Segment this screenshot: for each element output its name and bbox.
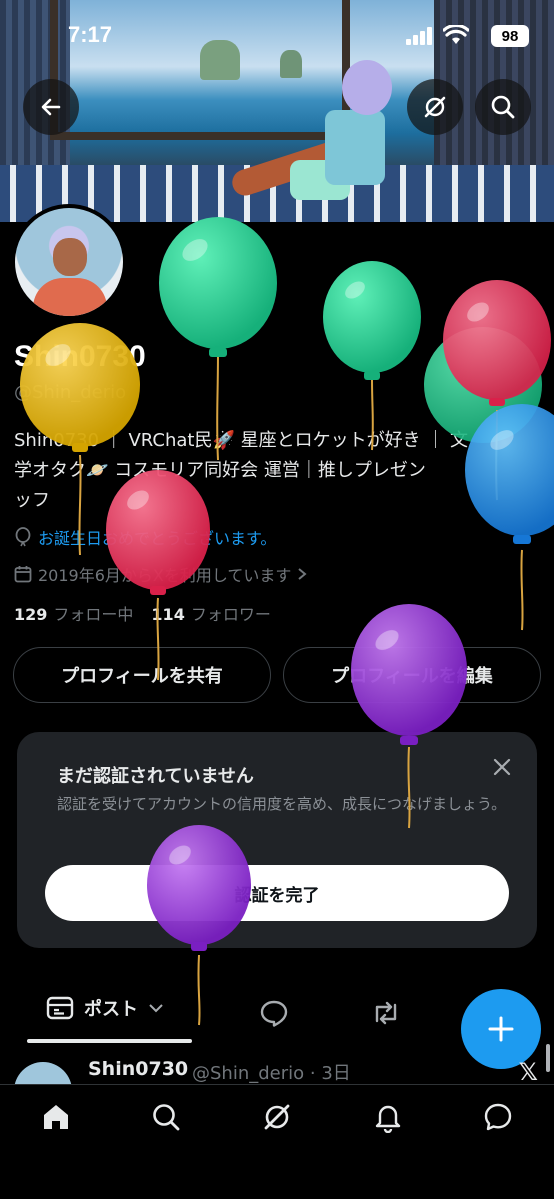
arrow-left-icon bbox=[41, 98, 61, 116]
birthday-row: お誕生日おめでとうございます。 bbox=[14, 525, 276, 549]
bio-line: 学オタク🪐 コスモリア同好会 運営｜推しプレゼン bbox=[14, 460, 426, 481]
battery-indicator: 98 bbox=[491, 25, 529, 47]
grok-icon bbox=[424, 96, 446, 118]
tab-active-indicator bbox=[27, 1039, 192, 1043]
chevron-right-icon bbox=[298, 568, 307, 580]
share-profile-button[interactable]: プロフィールを共有 bbox=[13, 647, 271, 703]
following-count: 129 bbox=[14, 605, 48, 624]
tab-replies[interactable] bbox=[258, 997, 290, 1029]
verification-close-button[interactable] bbox=[489, 754, 515, 780]
nav-messages[interactable] bbox=[480, 1099, 516, 1135]
back-button[interactable] bbox=[23, 79, 79, 135]
balloon-green bbox=[323, 261, 421, 451]
profile-avatar[interactable] bbox=[11, 204, 127, 320]
complete-verification-button[interactable]: 認証を完了 bbox=[45, 865, 509, 921]
search-button[interactable] bbox=[475, 79, 531, 135]
joined-row[interactable]: 2019年6月からXを利用しています bbox=[14, 562, 307, 586]
display-name: Shin0730 bbox=[14, 340, 146, 373]
grok-icon bbox=[264, 1104, 290, 1130]
calendar-icon bbox=[14, 566, 32, 583]
post-avatar[interactable] bbox=[14, 1062, 72, 1084]
posts-icon bbox=[46, 996, 74, 1020]
speech-bubble-icon bbox=[260, 1000, 288, 1027]
balloon-green bbox=[159, 217, 277, 461]
banner-avatar-figure bbox=[228, 60, 392, 210]
nav-grok[interactable] bbox=[259, 1099, 295, 1135]
grok-button[interactable] bbox=[407, 79, 463, 135]
edit-profile-button[interactable]: プロフィールを編集 bbox=[283, 647, 541, 703]
status-time: 7:17 bbox=[68, 22, 113, 47]
verification-title: まだ認証されていません bbox=[57, 766, 254, 787]
post-item[interactable]: Shin0730 @Shin_derio · 3日 𝕏 bbox=[0, 1048, 554, 1084]
followers-label: フォロワー bbox=[190, 605, 271, 624]
bio: Shin0730 ｜ VRChat民🚀 星座とロケットが好き ｜ 文 学オタク🪐… bbox=[14, 426, 540, 516]
bottom-nav bbox=[0, 1084, 554, 1199]
verification-description: 認証を受けてアカウントの信用度を高め、成長につなげましょう。 bbox=[57, 795, 507, 813]
bio-line: Shin0730 ｜ VRChat民🚀 星座とロケットが好き ｜ 文 bbox=[14, 430, 469, 451]
repost-icon bbox=[375, 1001, 397, 1025]
plus-icon bbox=[488, 1016, 514, 1042]
x-logo-icon: 𝕏 bbox=[518, 1058, 538, 1084]
tab-posts-label: ポスト bbox=[84, 999, 138, 1020]
tab-posts[interactable]: ポスト bbox=[46, 995, 164, 1021]
following-label: フォロー中 bbox=[53, 605, 134, 624]
post-author-name: Shin0730 bbox=[88, 1058, 189, 1080]
verification-card: まだ認証されていません 認証を受けてアカウントの信用度を高め、成長につなげましょ… bbox=[17, 732, 537, 948]
nav-notifications[interactable] bbox=[370, 1099, 406, 1135]
close-icon bbox=[493, 758, 511, 776]
chevron-down-icon bbox=[149, 1004, 163, 1013]
handle: @Shin_derio bbox=[14, 382, 127, 403]
post-author-handle: @Shin_derio · 3日 bbox=[192, 1063, 351, 1084]
nav-home[interactable] bbox=[38, 1099, 74, 1135]
nav-search[interactable] bbox=[148, 1099, 184, 1135]
follow-stats: 129 フォロー中 114 フォロワー bbox=[14, 601, 271, 625]
wifi-icon bbox=[443, 25, 469, 44]
home-icon bbox=[44, 1105, 68, 1129]
followers-link[interactable]: 114 フォロワー bbox=[151, 601, 270, 625]
signal-icon bbox=[406, 27, 432, 45]
bell-icon bbox=[375, 1105, 401, 1133]
birthday-text: お誕生日おめでとうございます。 bbox=[38, 529, 277, 548]
bio-line: ッフ bbox=[14, 490, 50, 511]
status-bar: 7:17 98 bbox=[0, 0, 554, 70]
search-icon bbox=[491, 95, 515, 119]
joined-text: 2019年6月からXを利用しています bbox=[38, 566, 292, 585]
tab-reposts[interactable] bbox=[370, 997, 402, 1029]
following-link[interactable]: 129 フォロー中 bbox=[14, 601, 133, 625]
balloon-icon bbox=[15, 527, 31, 547]
search-icon bbox=[153, 1104, 180, 1131]
chat-bubble-icon bbox=[484, 1103, 512, 1131]
scrollbar[interactable] bbox=[546, 1044, 550, 1072]
followers-count: 114 bbox=[151, 605, 185, 624]
